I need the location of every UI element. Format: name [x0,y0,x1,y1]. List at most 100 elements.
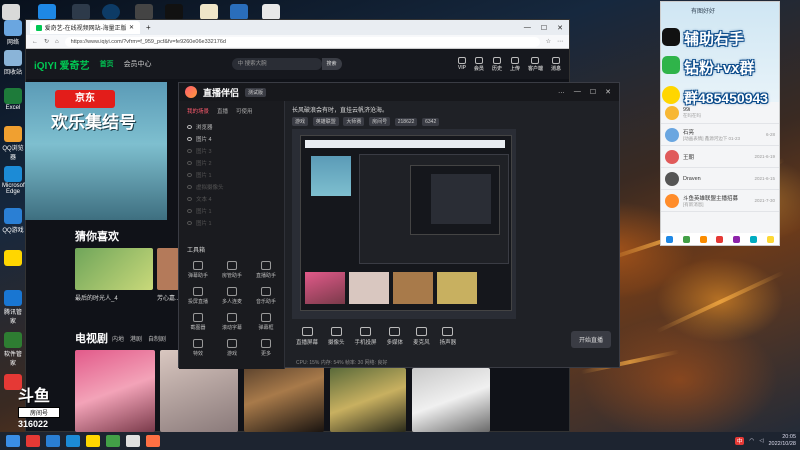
scene-item[interactable]: 图片 4 [179,133,284,145]
scene-item[interactable]: 图片 1 [179,205,284,217]
video-card[interactable] [75,248,153,290]
qq-contact-row[interactable]: 斗鱼英雄联盟主播招募 [有新消息] 2021-7-30 [661,190,779,212]
desktop-app-icon[interactable] [135,4,153,20]
camera-button[interactable]: 摄像头 [328,327,345,346]
wifi-icon[interactable]: ◠ [749,438,754,444]
history-button[interactable]: 历史 [492,56,502,72]
clock[interactable]: 20:05 2022/10/28 [768,434,796,448]
new-tab-icon[interactable]: + [146,23,151,32]
toolbox-item[interactable]: 游戏 [217,339,247,357]
upload-button[interactable]: 上传 [510,56,520,72]
qq-app-icon[interactable] [682,235,690,243]
toolbox-item[interactable]: 更多 [251,339,281,357]
close-button[interactable]: ✕ [557,24,563,32]
desktop-app-icon[interactable] [230,4,248,20]
minimize-button[interactable]: — [524,24,531,32]
desktop-icon[interactable]: QQ浏览器 [2,126,24,161]
desktop-icon[interactable] [2,250,24,267]
tv-tab[interactable]: 港剧 [130,334,142,343]
toolbox-item[interactable]: 截图器 [183,313,213,331]
start-live-button[interactable]: 开始直播 [570,331,611,348]
eye-icon[interactable] [187,137,192,141]
nav-vip-center[interactable]: 会员中心 [124,59,152,69]
taskbar-app[interactable] [26,435,40,447]
microphone-button[interactable]: 麦克风 [413,327,430,346]
toolbox-item[interactable]: 弹幕框 [251,313,281,331]
desktop-app-icon[interactable] [165,4,183,20]
scene-item[interactable]: 图片 3 [179,145,284,157]
desktop-icon[interactable]: QQ游戏 [2,208,24,234]
search-input[interactable]: 中 搜索大腕 [231,58,322,70]
vip-button[interactable]: VIP [458,56,466,72]
qq-contact-row[interactable]: 王朝 2021-6-19 [661,146,779,168]
nav-home[interactable]: 首页 [100,59,114,69]
desktop-icon[interactable]: 网络 [2,20,24,46]
desktop-app-icon[interactable] [102,4,120,20]
desktop-app-icon[interactable] [262,4,280,20]
volume-icon[interactable]: ◁ [759,438,763,444]
toolbox-item[interactable]: 滚动字幕 [217,313,247,331]
scene-item[interactable]: 虚拟摄像头 [179,181,284,193]
eye-icon[interactable] [187,125,192,129]
taskbar-app[interactable] [126,435,140,447]
qq-app-icon[interactable] [699,235,707,243]
toolbox-item[interactable]: 多人连麦 [217,287,247,305]
speaker-button[interactable]: 扬声器 [440,327,456,346]
desktop-icon[interactable]: Microsoft Edge [2,166,26,195]
qq-contact-row[interactable]: Draven 2021-6-15 [661,168,779,190]
desktop-icon[interactable]: Excel [2,88,24,111]
eye-icon[interactable] [187,221,192,225]
phone-cast-button[interactable]: 手机投屏 [355,327,377,346]
eye-icon[interactable] [187,185,192,189]
studio-close-button[interactable]: ✕ [605,88,611,96]
scene-item[interactable]: 文本 4 [179,193,284,205]
desktop-icon[interactable]: 腾讯管家 [2,290,24,325]
qq-app-icon[interactable] [750,235,758,243]
eye-icon[interactable] [187,197,192,201]
scene-item[interactable]: 图片 1 [179,217,284,229]
desktop-app-icon[interactable] [72,4,90,20]
menu-icon[interactable]: ⋯ [557,38,563,45]
qq-contact-row[interactable]: 石亮 [动画表情] 鑫源河边下 01-23 6-28 [661,124,779,146]
desktop-app-icon[interactable] [200,4,218,20]
message-button[interactable]: 消息 [551,56,561,72]
screen-capture-button[interactable]: 直播屏幕 [296,327,318,346]
browser-tab[interactable]: 爱奇艺-在线视频网站-海量正版高... ✕ [30,21,140,34]
tv-poster[interactable] [75,350,155,432]
tab-available[interactable]: 可使用 [236,107,253,115]
toolbox-item[interactable]: 房管助手 [217,261,247,279]
video-card[interactable] [157,248,179,290]
scene-item[interactable]: 图片 2 [179,157,284,169]
search-button[interactable]: 搜索 [321,58,342,70]
client-button[interactable]: 客户端 [528,56,543,72]
qq-app-icon[interactable] [716,235,724,243]
qq-menu-icon[interactable] [665,235,673,243]
eye-icon[interactable] [187,209,192,213]
taskbar-app[interactable] [66,435,80,447]
toolbox-item[interactable]: 特效 [183,339,213,357]
toolbox-item[interactable]: 投屏直播 [183,287,213,305]
taskbar-app[interactable] [106,435,120,447]
desktop-icon[interactable]: 软件管家 [2,332,24,367]
media-button[interactable]: 多媒体 [387,327,403,346]
taskbar-app[interactable] [146,435,160,447]
tab-my-scenes[interactable]: 我的场景 [187,107,209,115]
promo-banner[interactable]: 京东 欢乐集结号 [25,82,167,220]
taskbar-app[interactable] [46,435,60,447]
toolbox-item[interactable]: 音乐助手 [251,287,281,305]
close-tab-icon[interactable]: ✕ [129,24,134,31]
start-button[interactable] [6,435,20,447]
member-button[interactable]: 会员 [474,56,484,72]
favorite-icon[interactable]: ☆ [546,38,551,45]
tv-tab[interactable]: 自制剧 [148,334,166,343]
home-icon[interactable]: ⌂ [55,39,59,45]
qq-app-icon[interactable] [733,235,741,243]
toolbox-item[interactable]: 弹幕助手 [183,261,213,279]
live-preview[interactable] [292,129,516,319]
studio-menu-button[interactable]: … [558,88,565,96]
desktop-app-icon[interactable] [2,4,20,20]
iqiyi-logo[interactable]: iQIYI 爱奇艺 [34,57,90,72]
tab-live[interactable]: 直播 [217,107,228,115]
eye-icon[interactable] [187,173,192,177]
url-input[interactable]: https://www.iqiyi.com/?vfrm=f_959_pcf&fv… [64,36,540,47]
